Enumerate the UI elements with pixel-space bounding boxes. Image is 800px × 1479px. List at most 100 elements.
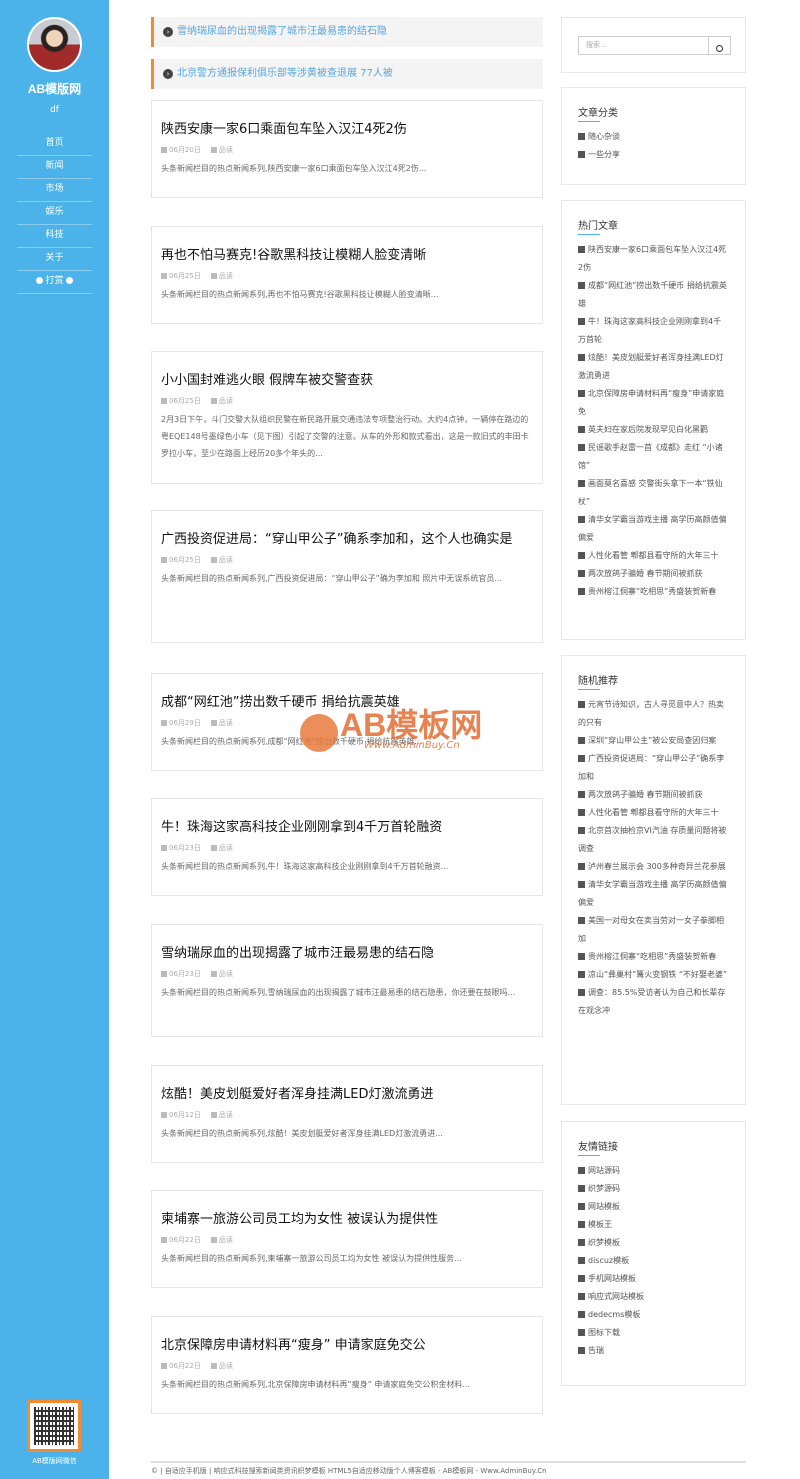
post-date: 06月25日: [169, 272, 201, 280]
post-title[interactable]: 再也不怕马赛克!谷歌黑科技让模糊人脸变清晰: [161, 245, 533, 267]
post-title[interactable]: 柬埔寨一旅游公司员工均为女性 被误认为提供性: [161, 1209, 533, 1231]
post-title[interactable]: 陕西安康一家6口乘面包车坠入汉江4死2伤: [161, 119, 533, 141]
friend-link[interactable]: 告瑞: [578, 1342, 729, 1360]
search-input[interactable]: 搜索...: [578, 36, 709, 55]
random-article-label: 清华女学霸当游戏主播 高学历高颜值偏偏爱: [578, 880, 727, 907]
post-title[interactable]: 雪纳瑞尿血的出现揭露了城市汪最易患的结石隐: [161, 943, 533, 965]
hot-article-link[interactable]: 人性化看管 郫都县看守所的大年三十: [578, 547, 729, 565]
notice-bar[interactable]: › 雪纳瑞尿血的出现揭露了城市汪最易患的结石隐: [151, 17, 543, 47]
watermark-url: Www.AdminBuy.Cn: [364, 740, 460, 751]
post-card: 广西投资促进局：“穿山甲公子”确系李加和，这个人也确实是 06月25日 品读 头条…: [151, 510, 543, 643]
nav-item-home[interactable]: 首页: [17, 133, 92, 156]
site-name[interactable]: AB模版网: [0, 80, 109, 97]
friend-link[interactable]: discuz模板: [578, 1252, 729, 1270]
hot-article-link[interactable]: 两次放鸽子骗婚 春节期间被抓获: [578, 565, 729, 583]
post-title[interactable]: 炫酷！美皮划艇爱好者浑身挂满LED灯激流勇进: [161, 1084, 533, 1106]
friend-link[interactable]: 响应式网站模板: [578, 1288, 729, 1306]
post-category[interactable]: 品读: [219, 272, 233, 280]
link-icon: [578, 1257, 585, 1264]
post-category[interactable]: 品读: [219, 1362, 233, 1370]
nav-item-donate[interactable]: 打赏: [17, 271, 92, 294]
link-icon: [578, 1347, 585, 1354]
pencil-icon: [578, 390, 585, 397]
link-icon: [578, 1203, 585, 1210]
random-article-link[interactable]: 泸州春兰展示会 300多种奇异兰花参展: [578, 858, 729, 876]
calendar-icon: [161, 1237, 167, 1243]
nav-item-about[interactable]: 关于: [17, 248, 92, 271]
random-article-link[interactable]: 美国一对母女在卖当劳对一女子拳脚相加: [578, 912, 729, 948]
post-card: 小小国封难逃火眼 假牌车被交警查获 06月25日 品读 2月3日下午，斗门交警大队…: [151, 351, 543, 484]
pencil-icon: [578, 827, 585, 834]
friend-link[interactable]: 织梦模板: [578, 1234, 729, 1252]
hot-article-link[interactable]: 炫酷！美皮划艇爱好者浑身挂满LED灯激流勇进: [578, 349, 729, 385]
friend-link[interactable]: dedecms模板: [578, 1306, 729, 1324]
pencil-icon: [578, 917, 585, 924]
folder-icon: [578, 133, 585, 140]
post-category[interactable]: 品读: [219, 1111, 233, 1119]
friend-link[interactable]: 手机网站模板: [578, 1270, 729, 1288]
post-title[interactable]: 广西投资促进局：“穿山甲公子”确系李加和，这个人也确实是: [161, 529, 533, 551]
post-category[interactable]: 品读: [219, 556, 233, 564]
pencil-icon: [578, 791, 585, 798]
pencil-icon: [578, 354, 585, 361]
calendar-icon: [161, 971, 167, 977]
hot-article-label: 两次放鸽子骗婚 春节期间被抓获: [588, 569, 703, 578]
random-article-link[interactable]: 清华女学霸当游戏主播 高学历高颜值偏偏爱: [578, 876, 729, 912]
random-article-link[interactable]: 北京首次抽检京VI汽油 存质量问题将被调查: [578, 822, 729, 858]
hot-article-link[interactable]: 成都“网红池”捞出数千硬币 捐给抗震英雄: [578, 277, 729, 313]
friend-link[interactable]: 图标下载: [578, 1324, 729, 1342]
random-article-link[interactable]: 深圳“穿山甲公主”被公安局查因归案: [578, 732, 729, 750]
hot-article-link[interactable]: 英夫妇在家后院发现罕见白化黑鹳: [578, 421, 729, 439]
post-category[interactable]: 品读: [219, 1236, 233, 1244]
random-article-link[interactable]: 广西投资促进局：“穿山甲公子”确系李加和: [578, 750, 729, 786]
random-article-link[interactable]: 贵州榕江侗寨“吃相思”秀盛装贺新春: [578, 948, 729, 966]
post-title[interactable]: 小小国封难逃火眼 假牌车被交警查获: [161, 370, 533, 392]
nav-item-news[interactable]: 新闻: [17, 156, 92, 179]
random-article-link[interactable]: 人性化看管 郫都县看守所的大年三十: [578, 804, 729, 822]
friend-link[interactable]: 网站源码: [578, 1162, 729, 1180]
hot-article-link[interactable]: 陕西安康一家6口乘面包车坠入汉江4死2伤: [578, 241, 729, 277]
notice-text: 雪纳瑞尿血的出现揭露了城市汪最易患的结石隐: [177, 26, 387, 37]
post-category[interactable]: 品读: [219, 970, 233, 978]
link-icon: [578, 1221, 585, 1228]
hot-article-label: 民谣歌手赵雷一首《成都》走红 “小诸馆”: [578, 443, 723, 470]
widget-title: 文章分类: [562, 88, 745, 128]
hot-article-link[interactable]: 民谣歌手赵雷一首《成都》走红 “小诸馆”: [578, 439, 729, 475]
category-label: 一些分享: [588, 150, 620, 159]
qr-code-pattern: [34, 1407, 74, 1445]
post-category[interactable]: 品读: [219, 719, 233, 727]
hot-article-link[interactable]: 牛！珠海这家高科技企业刚刚拿到4千万首轮: [578, 313, 729, 349]
search-button[interactable]: [709, 36, 731, 55]
avatar[interactable]: [27, 17, 82, 72]
link-icon: [578, 1275, 585, 1282]
notice-bar[interactable]: › 北京警方通报保利俱乐部等涉黄被查退展 77人被: [151, 59, 543, 89]
post-card: 再也不怕马赛克!谷歌黑科技让模糊人脸变清晰 06月25日 品读 头条新闻栏目的热点…: [151, 226, 543, 324]
hot-article-link[interactable]: 北京保障房申请材料再“瘦身”申请家庭免: [578, 385, 729, 421]
friend-link[interactable]: 模板王: [578, 1216, 729, 1234]
category-item[interactable]: 随心杂谈: [578, 128, 729, 146]
post-category[interactable]: 品读: [219, 844, 233, 852]
friend-link[interactable]: 织梦源码: [578, 1180, 729, 1198]
friend-link[interactable]: 网站模板: [578, 1198, 729, 1216]
post-title[interactable]: 北京保障房申请材料再“瘦身” 申请家庭免交公: [161, 1335, 533, 1357]
random-article-link[interactable]: 调查：85.5%受访者认为自己和长辈存在观念冲: [578, 984, 729, 1020]
random-article-link[interactable]: 元宵节诗知识，古人寻觅意中人？热卖的只有: [578, 696, 729, 732]
hot-article-link[interactable]: 清华女学霸当游戏主播 高学历高颜值偏偏爱: [578, 511, 729, 547]
hot-article-link[interactable]: 画面莫名喜感 交警街头拿下一本“铁仙杖”: [578, 475, 729, 511]
nav-item-entertainment[interactable]: 娱乐: [17, 202, 92, 225]
post-category[interactable]: 品读: [219, 397, 233, 405]
category-item[interactable]: 一些分享: [578, 146, 729, 164]
pencil-icon: [578, 570, 585, 577]
random-article-link[interactable]: 两次放鸽子骗婚 春节期间被抓获: [578, 786, 729, 804]
post-title[interactable]: 牛！珠海这家高科技企业刚刚拿到4千万首轮融资: [161, 817, 533, 839]
post-date: 06月25日: [169, 556, 201, 564]
friend-link-label: 手机网站模板: [588, 1274, 636, 1283]
post-category[interactable]: 品读: [219, 146, 233, 154]
post-card: 炫酷！美皮划艇爱好者浑身挂满LED灯激流勇进 06月12日 品读 头条新闻栏目的热…: [151, 1065, 543, 1163]
friend-link-label: 模板王: [588, 1220, 612, 1229]
hot-article-link[interactable]: 贵州榕江侗寨“吃相思”秀盛装贺新春: [578, 583, 729, 601]
random-article-link[interactable]: 凉山“彝巢村”篝火变钢铁 “不好娶老婆”: [578, 966, 729, 984]
nav-item-market[interactable]: 市场: [17, 179, 92, 202]
nav-item-tech[interactable]: 科技: [17, 225, 92, 248]
post-excerpt: 头条新闻栏目的热点新闻系列,柬埔寨一旅游公司员工均为女性 被误认为提供性服务..…: [161, 1254, 462, 1263]
